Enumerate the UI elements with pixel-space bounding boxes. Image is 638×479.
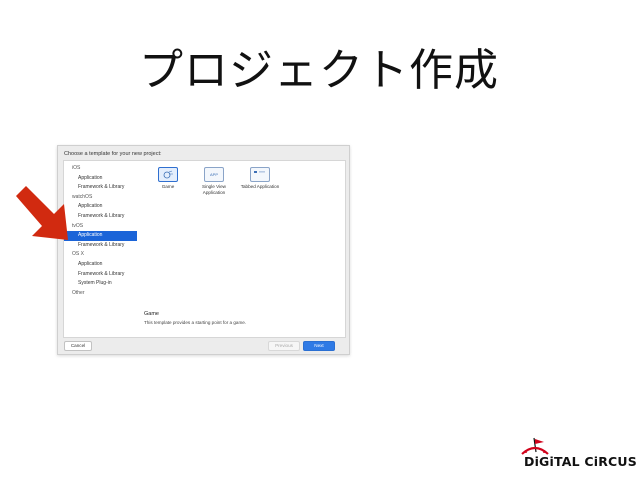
game-glyph-icon — [163, 170, 173, 178]
template-chooser-dialog: Choose a template for your new project: … — [57, 145, 350, 355]
logo-text: DiGiTAL CiRCUS — [524, 454, 637, 469]
tab-bar-glyph-icon — [254, 170, 265, 173]
sidebar-item[interactable]: Application — [64, 260, 137, 270]
app-icon: APP — [204, 167, 224, 182]
slide-title: プロジェクト作成 — [139, 45, 499, 96]
next-button[interactable]: Next — [303, 341, 335, 351]
template-label: Game — [161, 184, 175, 189]
red-arrow-icon — [16, 186, 68, 240]
template-tile[interactable]: Tabbed Application — [240, 167, 280, 190]
game-icon — [158, 167, 178, 182]
sidebar-section-header: iOS — [72, 165, 81, 171]
template-tile[interactable]: APP Single View Application — [194, 167, 234, 195]
description-text: This template provides a starting point … — [144, 320, 247, 325]
template-description: Game This template provides a starting p… — [144, 311, 246, 325]
previous-button[interactable]: Previous — [268, 341, 300, 351]
template-tile[interactable]: Game — [148, 167, 188, 190]
sidebar-item[interactable]: System Plug-in — [64, 279, 137, 289]
dialog-header: Choose a template for your new project: — [64, 151, 162, 157]
template-badge: APP — [209, 172, 218, 177]
sidebar-section-header: Other — [72, 289, 85, 296]
template-label: Single View Application — [202, 184, 226, 195]
sidebar-item[interactable]: Framework & Library — [64, 270, 137, 280]
template-label: Tabbed Application — [240, 184, 280, 189]
description-title: Game — [144, 311, 159, 317]
template-panel: iOS Application Framework & Library watchOS… — [63, 160, 346, 338]
tabbed-icon — [250, 167, 270, 182]
cancel-button[interactable]: Cancel — [64, 341, 92, 351]
